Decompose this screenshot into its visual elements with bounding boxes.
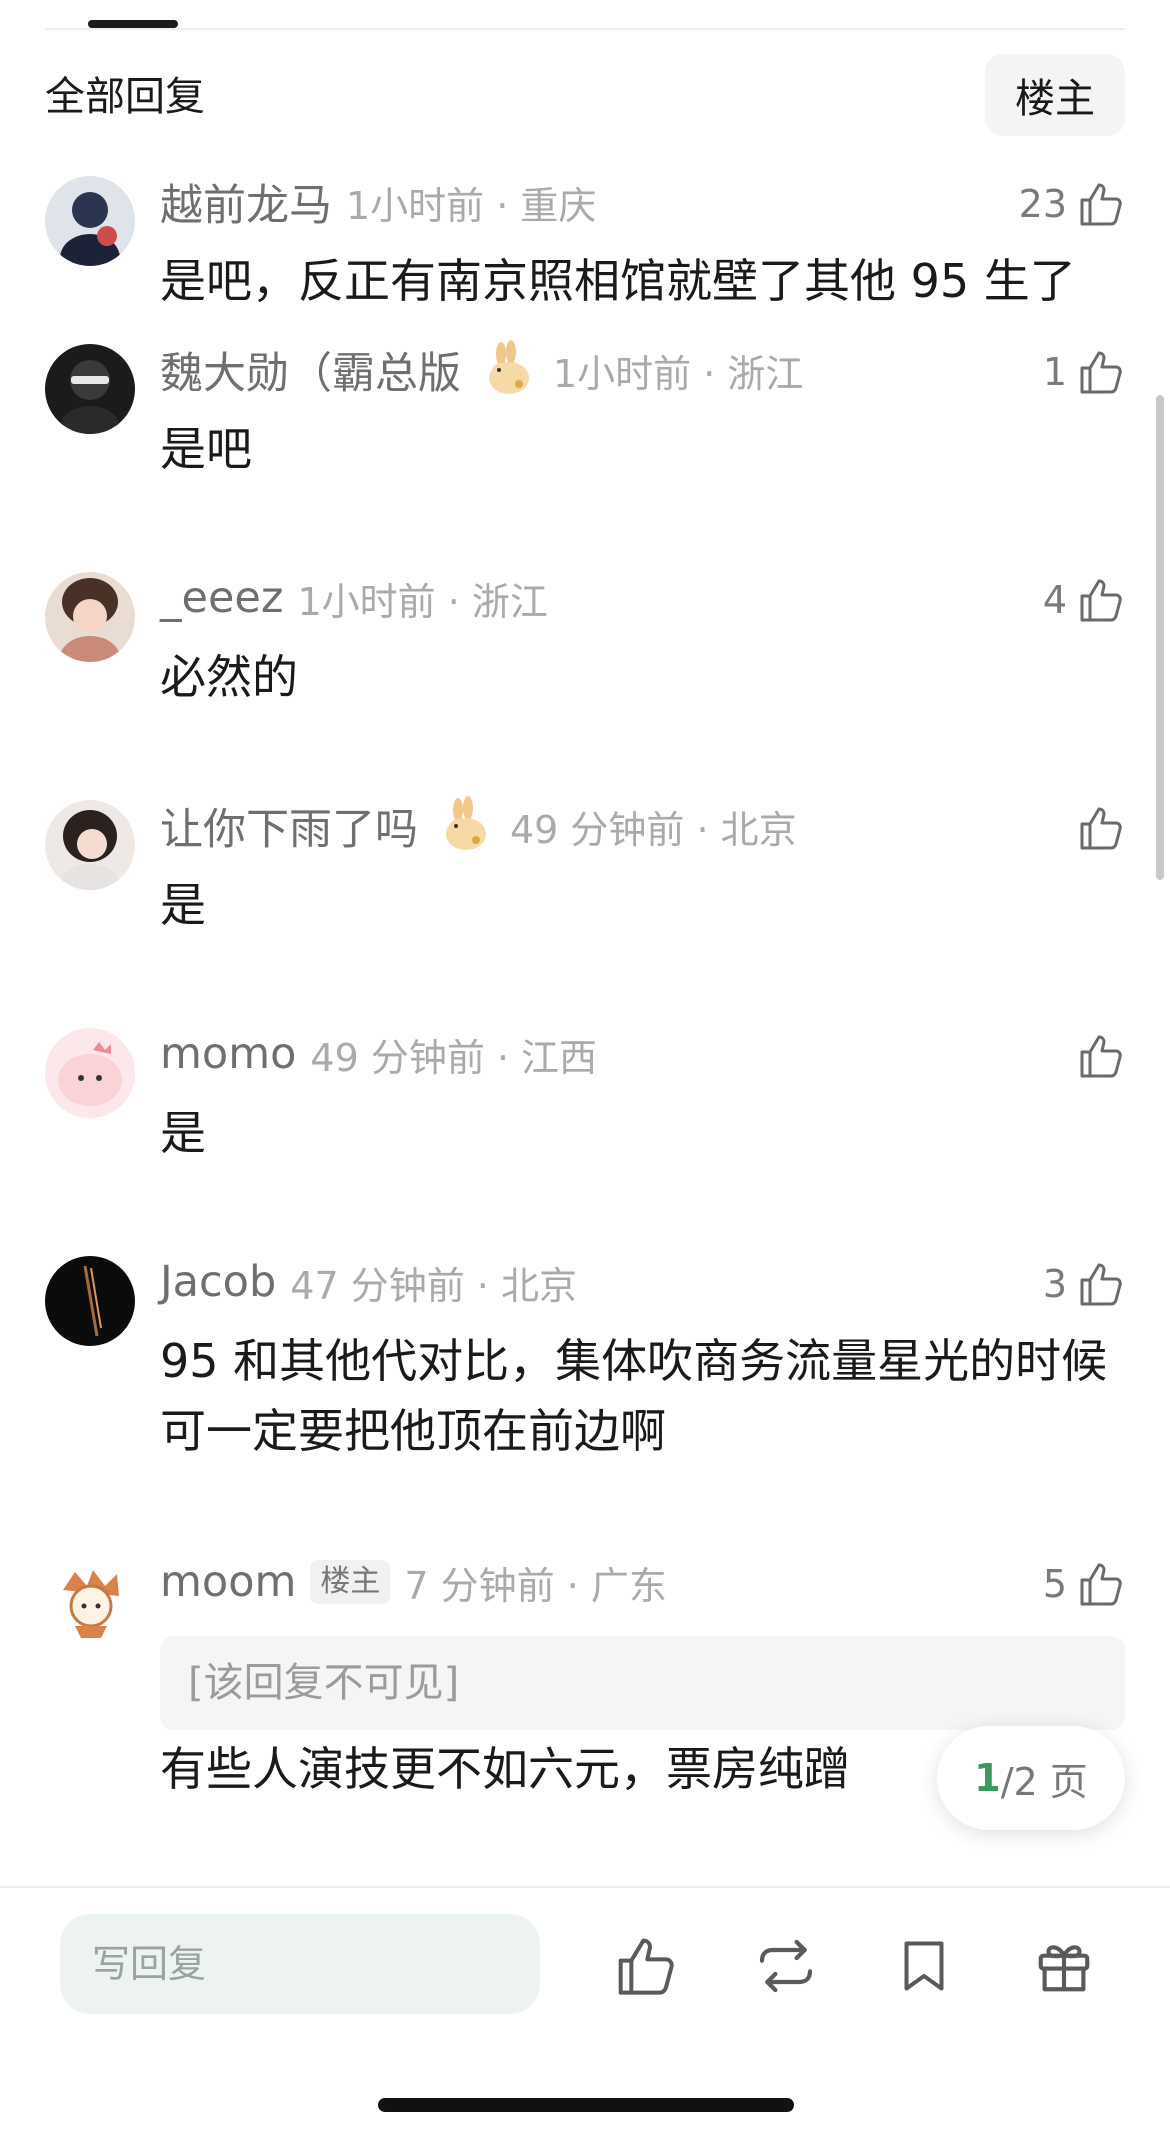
gift-button[interactable] — [1024, 1926, 1104, 2006]
like-button[interactable]: 4 — [1043, 570, 1125, 630]
avatar[interactable] — [45, 1256, 135, 1346]
username[interactable]: momo — [160, 1029, 296, 1079]
like-button[interactable]: 3 — [1043, 1254, 1125, 1314]
comment-list: 越前龙马 1小时前 · 重庆 23 是吧，反正有南京照相馆就壁了其他 95 生了… — [0, 170, 1170, 1850]
avatar[interactable] — [45, 1028, 135, 1118]
like-button[interactable]: 23 — [1019, 174, 1125, 234]
bottom-action-bar: 写回复 — [0, 1886, 1170, 2137]
bookmark-icon — [904, 1941, 944, 1991]
like-count: 4 — [1042, 578, 1067, 622]
comment-item: 越前龙马 1小时前 · 重庆 23 是吧，反正有南京照相馆就壁了其他 95 生了 — [0, 170, 1170, 338]
thumbs-up-icon — [1080, 1035, 1122, 1078]
timestamp-location: 47 分钟前 · 北京 — [290, 1263, 577, 1308]
comment-meta: 让你下雨了吗 49 分钟前 · 北京 — [160, 794, 797, 858]
bookmark-button[interactable] — [884, 1926, 964, 2006]
gift-icon — [1038, 1945, 1090, 1992]
comment-meta: moom 楼主 7 分钟前 · 广东 — [160, 1550, 667, 1614]
like-count: 1 — [1042, 350, 1067, 394]
page-indicator[interactable]: 1/2 页 — [937, 1726, 1125, 1830]
thumbs-up-icon — [1080, 1263, 1122, 1306]
scrollbar[interactable] — [1156, 395, 1164, 880]
repost-button[interactable] — [746, 1926, 826, 2006]
rabbit-badge-icon — [446, 796, 486, 850]
avatar[interactable] — [45, 1556, 135, 1646]
like-count: 23 — [1018, 182, 1067, 226]
thumbs-up-icon — [1080, 1563, 1122, 1606]
timestamp-location: 7 分钟前 · 广东 — [404, 1563, 667, 1608]
like-button[interactable] — [1067, 1026, 1125, 1086]
like-button[interactable]: 5 — [1043, 1554, 1125, 1614]
comment-item: 让你下雨了吗 49 分钟前 · 北京 是 — [0, 794, 1170, 1022]
comment-item: Jacob 47 分钟前 · 北京 3 95 和其他代对比，集体吹商务流量星光的… — [0, 1250, 1170, 1550]
like-button[interactable] — [1067, 798, 1125, 858]
username[interactable]: 魏大勋（霸总版 — [160, 339, 461, 401]
timestamp-location: 1小时前 · 浙江 — [297, 579, 548, 624]
username[interactable]: Jacob — [160, 1257, 276, 1307]
like-count: 5 — [1042, 1562, 1067, 1606]
thumbs-up-icon — [618, 1938, 674, 1995]
timestamp-location: 49 分钟前 · 江西 — [310, 1035, 598, 1080]
total-pages: /2 页 — [1000, 1759, 1088, 1804]
comment-meta: 魏大勋（霸总版 1小时前 · 浙江 — [160, 338, 803, 402]
op-filter-button[interactable]: 楼主 — [985, 54, 1125, 136]
timestamp-location: 1小时前 · 重庆 — [346, 183, 597, 228]
like-button[interactable]: 1 — [1043, 342, 1125, 402]
repost-icon — [759, 1939, 813, 1993]
comment-text: 95 和其他代对比，集体吹商务流量星光的时候可一定要把他顶在前边啊 — [160, 1334, 1108, 1458]
comment-item: _eeez 1小时前 · 浙江 4 必然的 — [0, 566, 1170, 794]
hidden-quote: [该回复不可见] — [160, 1636, 1125, 1730]
avatar[interactable] — [45, 572, 135, 662]
like-count: 3 — [1042, 1262, 1067, 1306]
reply-input[interactable]: 写回复 — [60, 1914, 540, 2014]
top-divider — [45, 28, 1125, 30]
avatar[interactable] — [45, 176, 135, 266]
tab-indicator — [88, 20, 178, 28]
avatar[interactable] — [45, 344, 135, 434]
comment-item: 魏大勋（霸总版 1小时前 · 浙江 1 是吧 — [0, 338, 1170, 566]
thumbs-up-icon — [1080, 579, 1122, 622]
comment-item: momo 49 分钟前 · 江西 是 — [0, 1022, 1170, 1250]
username[interactable]: _eeez — [160, 573, 283, 623]
thumbs-up-icon — [1080, 807, 1122, 850]
comment-meta: Jacob 47 分钟前 · 北京 — [160, 1250, 577, 1314]
comment-text: 是吧 — [160, 422, 252, 476]
comment-text: 必然的 — [160, 650, 298, 704]
comment-meta: momo 49 分钟前 · 江西 — [160, 1022, 597, 1086]
comment-meta: _eeez 1小时前 · 浙江 — [160, 566, 548, 630]
comment-text: 是吧，反正有南京照相馆就壁了其他 95 生了 — [160, 254, 1076, 308]
comment-text: 是 — [160, 878, 206, 932]
comment-meta: 越前龙马 1小时前 · 重庆 — [160, 170, 596, 234]
timestamp-location: 49 分钟前 · 北京 — [510, 807, 797, 852]
username[interactable]: 越前龙马 — [160, 171, 332, 233]
current-page: 1 — [974, 1756, 1001, 1800]
comment-text: 是 — [160, 1106, 206, 1160]
section-title: 全部回复 — [45, 74, 205, 120]
username[interactable]: 让你下雨了吗 — [160, 795, 418, 857]
home-indicator — [378, 2098, 794, 2112]
thumbs-up-icon — [1080, 351, 1122, 394]
thumbs-up-icon — [1080, 183, 1122, 226]
timestamp-location: 1小时前 · 浙江 — [553, 351, 804, 396]
username[interactable]: moom — [160, 1557, 296, 1607]
rabbit-badge-icon — [489, 340, 529, 394]
op-tag: 楼主 — [310, 1560, 391, 1604]
avatar[interactable] — [45, 800, 135, 890]
like-post-button[interactable] — [606, 1926, 686, 2006]
